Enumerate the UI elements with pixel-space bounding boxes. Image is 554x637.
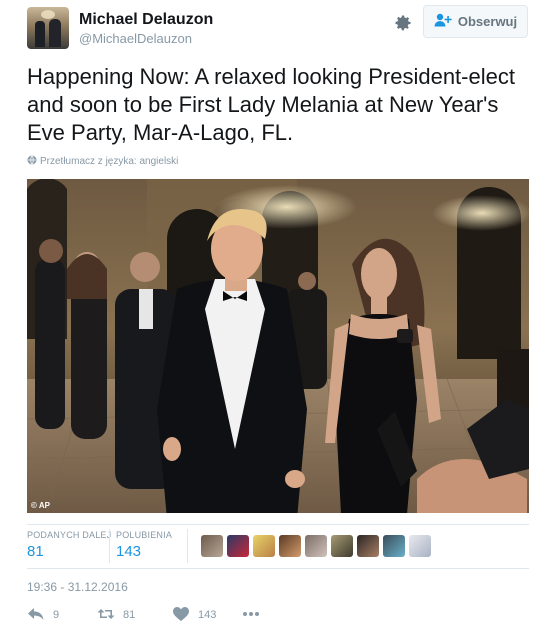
liker-avatar[interactable] xyxy=(357,535,379,557)
retweets-label: PODANYCH DALEJ xyxy=(27,530,112,540)
photo-credit: © AP xyxy=(31,501,50,510)
avatar-light xyxy=(41,10,55,19)
likes-label: POLUBIENIA xyxy=(116,530,173,540)
user-name[interactable]: Michael Delauzon xyxy=(79,11,213,29)
liker-avatar[interactable] xyxy=(305,535,327,557)
add-user-icon xyxy=(434,13,452,30)
more-icon xyxy=(242,606,260,625)
liker-avatar[interactable] xyxy=(383,535,405,557)
more-button[interactable] xyxy=(242,604,260,626)
retweet-button[interactable]: 81 xyxy=(97,604,135,626)
gear-icon[interactable] xyxy=(393,13,413,33)
liker-avatar[interactable] xyxy=(227,535,249,557)
heart-icon xyxy=(172,606,190,625)
liker-avatar[interactable] xyxy=(253,535,275,557)
retweet-count: 81 xyxy=(123,609,136,621)
liker-avatar[interactable] xyxy=(331,535,353,557)
user-handle[interactable]: @MichaelDelauzon xyxy=(79,31,192,46)
tweet-text: Happening Now: A relaxed looking Preside… xyxy=(27,64,515,145)
tweet-photo[interactable] xyxy=(27,179,529,513)
follow-label: Obserwuj xyxy=(457,14,518,29)
globe-icon xyxy=(27,155,37,168)
likes-count[interactable]: 143 xyxy=(116,543,141,560)
like-count: 143 xyxy=(198,609,217,621)
avatar-figure xyxy=(49,19,61,47)
reply-icon xyxy=(27,606,45,625)
likers-avatars xyxy=(201,535,431,557)
translate-link[interactable]: Przetłumacz z języka: angielski xyxy=(27,155,178,168)
retweet-icon xyxy=(97,606,115,625)
divider xyxy=(109,529,110,563)
avatar[interactable] xyxy=(27,7,69,49)
like-button[interactable]: 143 xyxy=(172,604,216,626)
tweet-actions: 9 81 143 xyxy=(27,604,287,626)
divider xyxy=(187,529,188,563)
liker-avatar[interactable] xyxy=(409,535,431,557)
avatar-figure xyxy=(35,21,45,47)
timestamp[interactable]: 19:36 - 31.12.2016 xyxy=(27,580,128,594)
follow-button[interactable]: Obserwuj xyxy=(423,5,528,38)
liker-avatar[interactable] xyxy=(201,535,223,557)
retweets-count[interactable]: 81 xyxy=(27,543,44,560)
divider xyxy=(27,524,529,525)
tweet-card: Michael Delauzon @MichaelDelauzon Obserw… xyxy=(0,0,554,637)
liker-avatar[interactable] xyxy=(279,535,301,557)
translate-label: Przetłumacz z języka: angielski xyxy=(40,156,179,167)
divider xyxy=(27,568,529,569)
reply-count: 9 xyxy=(53,609,60,621)
reply-button[interactable]: 9 xyxy=(27,604,59,626)
